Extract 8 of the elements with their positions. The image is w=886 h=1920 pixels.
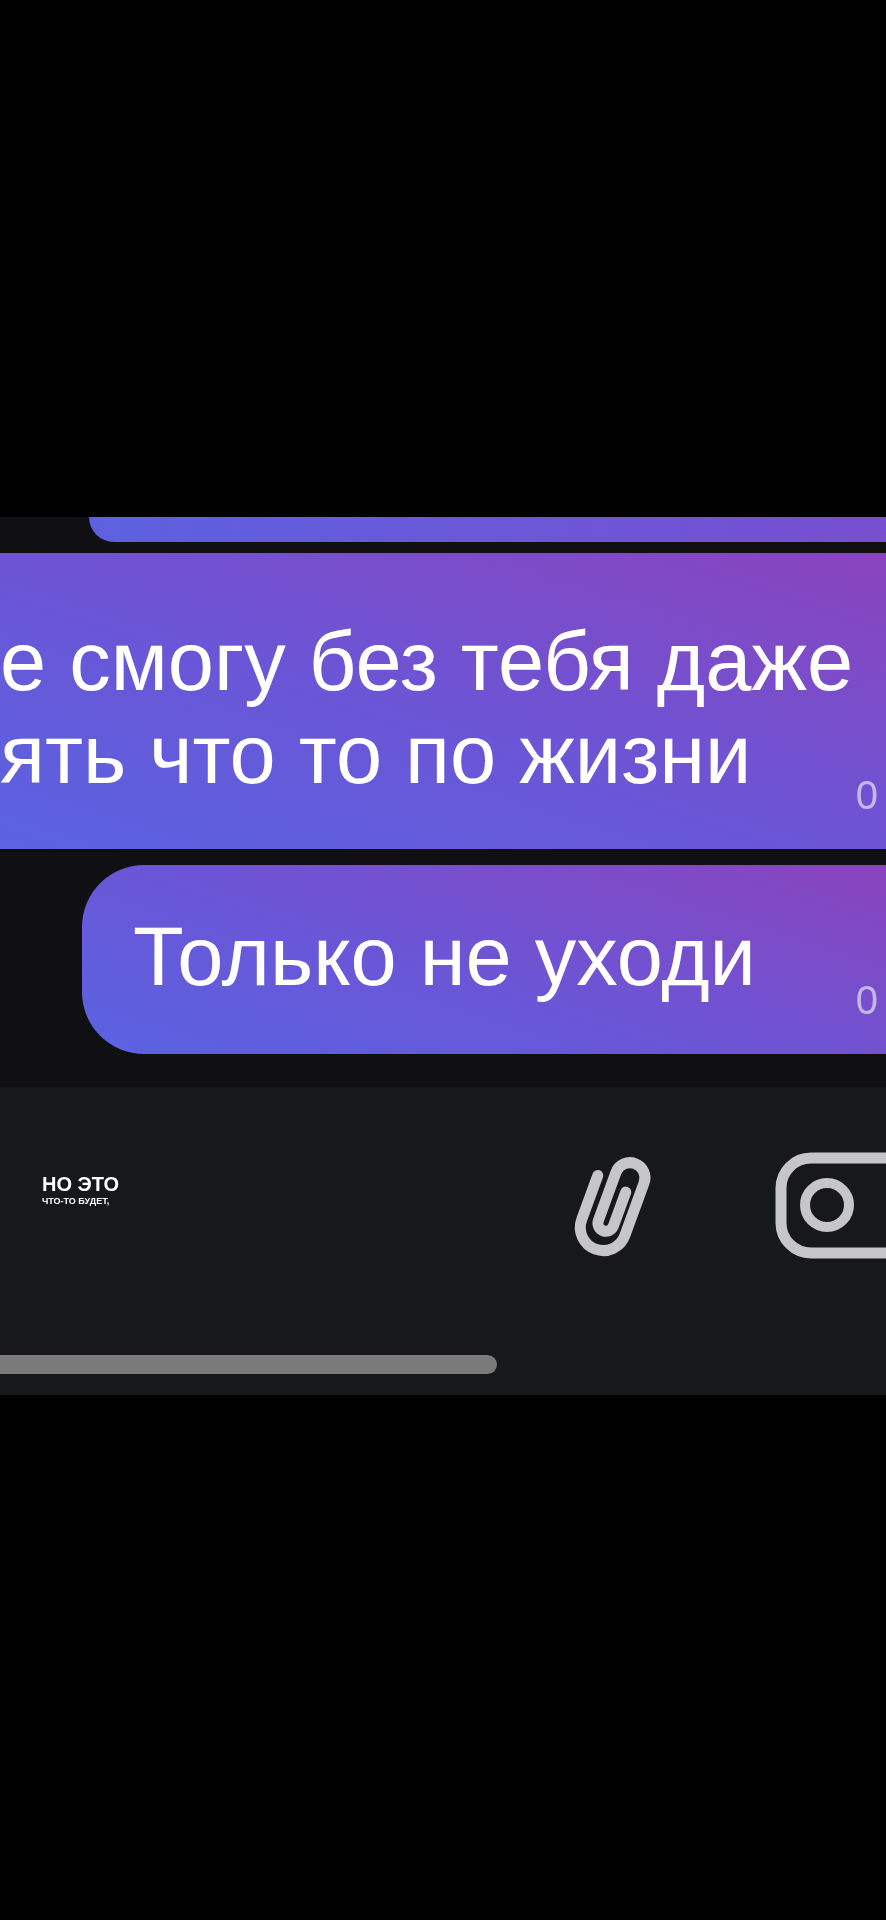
message-text: ять что то по жизни [0, 708, 752, 801]
caption-subtitle: ЧТО-ТО БУДЕТ, [42, 1196, 110, 1206]
message-time: 0 [855, 980, 878, 1020]
message-text: Только не уходи [133, 910, 756, 1003]
camera-icon[interactable] [775, 1152, 886, 1259]
caption-title: НО ЭТО [42, 1174, 120, 1194]
message-time: 0 [855, 775, 878, 815]
message-text: е смогу без тебя даже [0, 615, 854, 708]
